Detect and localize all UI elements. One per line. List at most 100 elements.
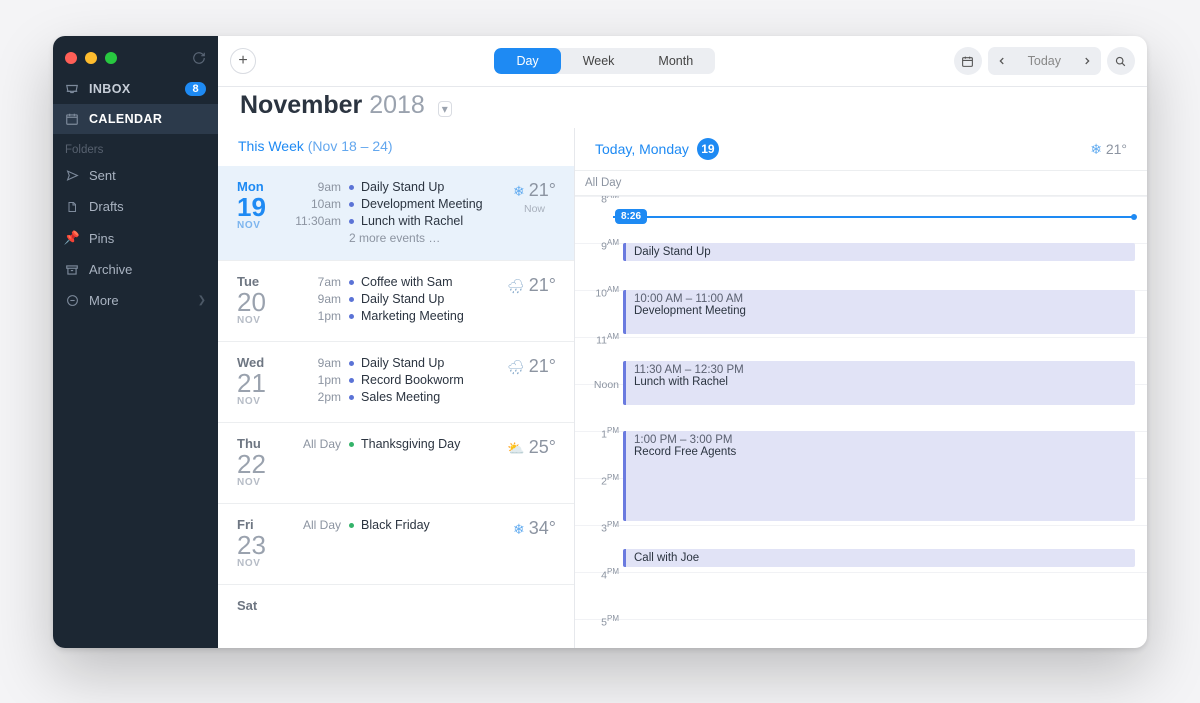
agenda-event[interactable]: 2pm Sales Meeting (295, 390, 555, 404)
event-dot (349, 219, 354, 224)
sidebar-item-archive[interactable]: Archive (53, 254, 218, 285)
event-title: Daily Stand Up (361, 356, 444, 370)
hour-label: 11AM (575, 332, 619, 347)
sync-icon[interactable] (192, 51, 206, 65)
zoom-icon[interactable] (105, 52, 117, 64)
sidebar-item-label: Pins (89, 231, 114, 246)
event-time: 1pm (295, 309, 341, 323)
folders-label: Folders (53, 134, 218, 160)
event-dot (349, 378, 354, 383)
calendar-label: CALENDAR (89, 112, 162, 126)
today-button[interactable]: Today (1016, 54, 1073, 68)
next-button[interactable] (1073, 47, 1101, 75)
sidebar-item-more[interactable]: More❯ (53, 285, 218, 316)
day-weather: 🌧21° (507, 356, 556, 377)
agenda-day[interactable]: Thu22NOVAll DayThanksgiving Day⛅25° (218, 422, 574, 503)
event-title: Black Friday (361, 518, 430, 532)
day-title: Today, Monday (595, 141, 689, 157)
event-time-range: 11:30 AM – 12:30 PM (634, 364, 1127, 376)
agenda-event[interactable]: 11:30amLunch with Rachel (295, 214, 555, 228)
agenda-dow: Sat (237, 598, 293, 613)
now-indicator: 8:26 (613, 216, 1135, 218)
agenda-day[interactable]: Wed21NOV9amDaily Stand Up1pmRecord Bookw… (218, 341, 574, 422)
more-events[interactable]: 2 more events … (349, 231, 555, 245)
event-time: 9am (295, 356, 341, 370)
event-time: 1pm (295, 373, 341, 387)
hour-label: 2PM (575, 473, 619, 488)
prev-button[interactable] (988, 47, 1016, 75)
search-button[interactable] (1107, 47, 1135, 75)
calendar-event[interactable]: 1:00 PM – 3:00 PMRecord Free Agents (623, 431, 1135, 521)
hour-label: 8AM (575, 196, 619, 206)
sidebar-item-calendar[interactable]: CALENDAR (53, 104, 218, 134)
day-weather: ❄︎34° (513, 518, 556, 539)
calendar-event[interactable]: 10:00 AM – 11:00 AMDevelopment Meeting (623, 290, 1135, 334)
event-time: 2pm (295, 390, 341, 404)
event-time: All Day (295, 437, 341, 451)
agenda-event[interactable]: 1pmMarketing Meeting (295, 309, 555, 323)
timeline[interactable]: 8AM9AM10AM11AMNoon1PM2PM3PM4PM5PMDaily S… (575, 196, 1147, 648)
event-dot (349, 523, 354, 528)
event-title: Sales Meeting (361, 390, 440, 404)
weather-note: Now (513, 203, 556, 215)
day-weather: 🌧21° (507, 275, 556, 296)
drafts-icon (65, 200, 79, 214)
sidebar-item-drafts[interactable]: Drafts (53, 191, 218, 222)
now-time: 8:26 (615, 209, 647, 224)
window-controls (53, 36, 218, 74)
event-dot (349, 280, 354, 285)
event-title: Development Meeting (634, 305, 1127, 317)
sidebar-item-inbox[interactable]: INBOX 8 (53, 74, 218, 104)
hour-label: Noon (575, 379, 619, 391)
mini-calendar-button[interactable] (954, 47, 982, 75)
agenda-header: This Week (Nov 18 – 24) (218, 128, 574, 166)
agenda-daynum: 21 (237, 370, 293, 396)
event-title: Lunch with Rachel (361, 214, 463, 228)
event-dot (349, 361, 354, 366)
tab-month[interactable]: Month (636, 48, 715, 74)
title-dropdown-icon[interactable]: ▾ (438, 101, 452, 117)
event-time-range: 10:00 AM – 11:00 AM (634, 293, 1127, 305)
event-dot (349, 314, 354, 319)
date-range: (Nov 18 – 24) (308, 138, 393, 154)
event-time: 7am (295, 275, 341, 289)
minimize-icon[interactable] (85, 52, 97, 64)
agenda-day[interactable]: Sat (218, 584, 574, 628)
sidebar-item-sent[interactable]: Sent (53, 160, 218, 191)
event-title: Record Free Agents (634, 446, 1127, 458)
this-week-label: This Week (238, 138, 304, 154)
tab-week[interactable]: Week (561, 48, 637, 74)
day-header: Today, Monday 19 ❄︎ 21° (575, 128, 1147, 170)
hour-label: 9AM (575, 238, 619, 253)
calendar-icon (65, 112, 79, 126)
close-icon[interactable] (65, 52, 77, 64)
agenda-daynum: 19 (237, 194, 293, 220)
tab-day[interactable]: Day (494, 48, 560, 74)
agenda-day[interactable]: Tue20NOV7amCoffee with Sam9amDaily Stand… (218, 260, 574, 341)
event-dot (349, 202, 354, 207)
sent-icon (65, 169, 79, 182)
calendar-event[interactable]: 11:30 AM – 12:30 PMLunch with Rachel (623, 361, 1135, 405)
hour-label: 3PM (575, 520, 619, 535)
calendar-event[interactable]: Daily Stand Up (623, 243, 1135, 261)
agenda-daynum: 23 (237, 532, 293, 558)
event-dot (349, 395, 354, 400)
more-icon (65, 294, 79, 307)
calendar-event[interactable]: Call with Joe (623, 549, 1135, 567)
sidebar-item-pins[interactable]: 📌Pins (53, 222, 218, 254)
add-button[interactable]: + (230, 48, 256, 74)
agenda-day[interactable]: Fri23NOVAll DayBlack Friday❄︎34° (218, 503, 574, 584)
event-title: Call with Joe (634, 552, 1127, 564)
agenda-day[interactable]: Mon19NOV9amDaily Stand Up10amDevelopment… (218, 166, 574, 260)
title-year: 2018 (369, 91, 425, 119)
hour-label: 1PM (575, 426, 619, 441)
event-title: Thanksgiving Day (361, 437, 460, 451)
day-weather: ❄︎21°Now (513, 180, 556, 215)
toolbar: + DayWeekMonth Today (218, 36, 1147, 87)
day-weather: ❄︎ 21° (1090, 141, 1127, 158)
event-title: Daily Stand Up (361, 180, 444, 194)
day-weather: ⛅25° (507, 437, 556, 458)
event-title: Development Meeting (361, 197, 483, 211)
agenda-panel: This Week (Nov 18 – 24) Mon19NOV9amDaily… (218, 128, 575, 648)
date-nav: Today (988, 47, 1101, 75)
